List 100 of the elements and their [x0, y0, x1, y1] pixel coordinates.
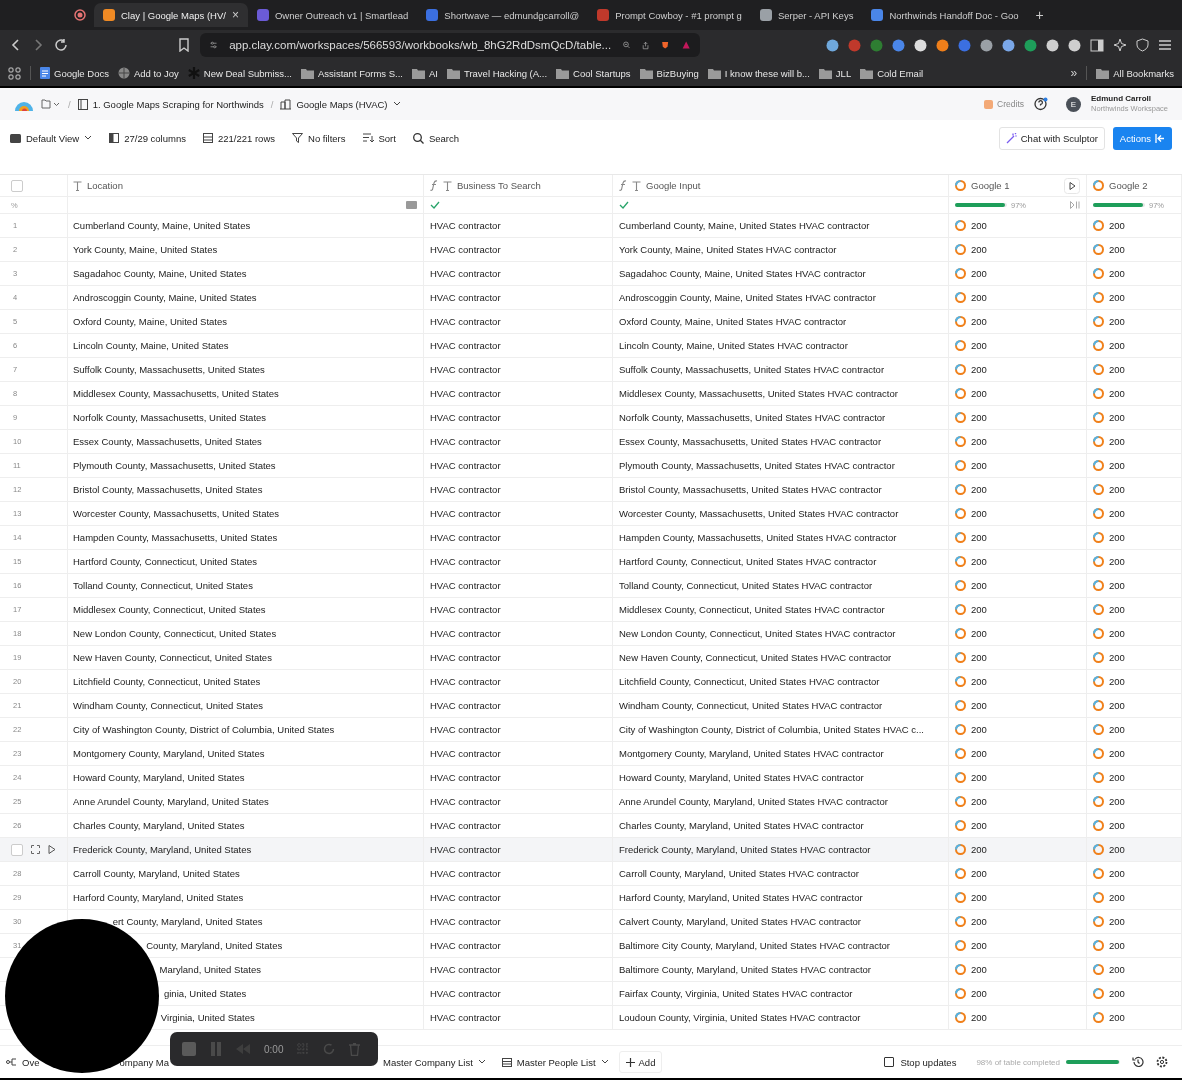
bookmark-item[interactable]: Travel Hacking (A... — [446, 67, 548, 79]
table-cell[interactable]: 200 — [1109, 868, 1125, 879]
credits-link[interactable]: Credits — [984, 99, 1024, 109]
toolbar-button[interactable]: No filters — [292, 132, 346, 144]
toolbar-button[interactable]: Sort — [362, 132, 396, 144]
table-cell[interactable]: 200 — [1109, 628, 1125, 639]
back-icon[interactable] — [10, 38, 22, 52]
toolbar-button[interactable]: Search — [412, 132, 460, 144]
table-cell[interactable]: 200 — [1109, 676, 1125, 687]
settings-icon[interactable] — [1156, 1056, 1168, 1068]
breadcrumb-link[interactable]: Google Maps (HVAC) — [280, 98, 401, 110]
run-column-button[interactable] — [1064, 177, 1080, 194]
table-cell[interactable]: 200 — [971, 244, 987, 255]
table-cell[interactable]: 200 — [1109, 604, 1125, 615]
table-cell[interactable]: 200 — [971, 940, 987, 951]
table-cell[interactable]: 200 — [971, 484, 987, 495]
table-cell[interactable]: 200 — [1109, 892, 1125, 903]
bookmark-item[interactable]: I know these will b... — [707, 67, 810, 79]
sidebar-icon[interactable] — [1090, 38, 1104, 52]
table-cell[interactable]: 200 — [971, 580, 987, 591]
table-cell[interactable]: 200 — [1109, 292, 1125, 303]
table-cell[interactable]: 200 — [971, 436, 987, 447]
extension-icon[interactable] — [980, 38, 993, 52]
toolbar-button[interactable]: 221/221 rows — [202, 132, 275, 144]
table-cell[interactable]: 200 — [1109, 244, 1125, 255]
chat-button[interactable]: Chat with Sculptor — [998, 126, 1105, 150]
table-cell[interactable]: 200 — [971, 724, 987, 735]
folder-outline-icon[interactable] — [41, 99, 61, 109]
bookmark-item[interactable]: New Deal Submiss... — [187, 67, 292, 79]
browser-tab[interactable]: Clay | Google Maps (HV/ × — [94, 3, 248, 27]
bookmark-item[interactable]: Assistant Forms S... — [301, 67, 403, 79]
expand-icon[interactable] — [31, 845, 40, 854]
table-cell[interactable]: 200 — [971, 412, 987, 423]
table-cell[interactable]: 200 — [1109, 436, 1125, 447]
all-bookmarks-item[interactable]: All Bookmarks — [1096, 67, 1174, 79]
table-cell[interactable]: 200 — [1109, 580, 1125, 591]
table-cell[interactable]: 200 — [1109, 844, 1125, 855]
table-cell[interactable]: 200 — [971, 1012, 987, 1023]
sheet-tab[interactable]: Ove — [6, 1056, 40, 1068]
bookmark-item[interactable]: Add to Joy — [117, 67, 179, 79]
table-cell[interactable]: 200 — [1109, 988, 1125, 999]
table-cell[interactable]: 200 — [971, 556, 987, 567]
add-sheet-button[interactable]: Add — [618, 1051, 663, 1073]
breadcrumb-link[interactable]: 1. Google Maps Scraping for Northwinds — [77, 98, 264, 110]
table-cell[interactable]: 200 — [1109, 724, 1125, 735]
table-cell[interactable]: 200 — [1109, 556, 1125, 567]
bookmark-icon[interactable] — [178, 38, 190, 52]
new-tab-button[interactable]: + — [1035, 7, 1044, 23]
bookmark-item[interactable]: AI — [412, 67, 438, 79]
browser-tab[interactable]: Shortwave — edmundgcarroll@ — [417, 3, 589, 27]
table-cell[interactable]: 200 — [1109, 748, 1125, 759]
table-cell[interactable]: 200 — [971, 988, 987, 999]
bookmark-item[interactable]: Cool Startups — [556, 67, 631, 79]
browser-tab[interactable]: Owner Outreach v1 | Smartlead — [247, 3, 418, 27]
table-cell[interactable]: 200 — [971, 340, 987, 351]
bookmark-item[interactable]: BizBuying — [639, 67, 699, 79]
play-icon[interactable] — [48, 845, 56, 854]
table-cell[interactable]: 200 — [971, 844, 987, 855]
tune-icon[interactable] — [210, 39, 218, 51]
table-cell[interactable]: 200 — [1109, 916, 1125, 927]
extension-icon[interactable] — [826, 38, 839, 52]
column-header[interactable]: Google 1 — [949, 175, 1087, 196]
table-cell[interactable]: 200 — [971, 532, 987, 543]
table-cell[interactable]: 200 — [971, 652, 987, 663]
sheet-tab[interactable]: ompany Ma — [119, 1056, 170, 1068]
extension-icon[interactable] — [1068, 38, 1081, 52]
extension-icon[interactable] — [914, 38, 927, 52]
table-cell[interactable]: 200 — [971, 820, 987, 831]
table-cell[interactable]: 200 — [971, 964, 987, 975]
reload-icon[interactable] — [54, 38, 68, 52]
menu-icon[interactable] — [1158, 39, 1172, 51]
table-cell[interactable]: 200 — [971, 748, 987, 759]
table-cell[interactable]: 200 — [1109, 964, 1125, 975]
table-cell[interactable]: 200 — [971, 916, 987, 927]
history-icon[interactable] — [1132, 1056, 1144, 1068]
apps-grid-icon[interactable] — [8, 66, 21, 80]
extension-icon[interactable] — [1046, 38, 1059, 52]
table-cell[interactable]: 200 — [1109, 316, 1125, 327]
table-cell[interactable]: 200 — [1109, 460, 1125, 471]
sheet-tab[interactable]: Master People List — [501, 1056, 609, 1068]
help-icon[interactable] — [1034, 97, 1048, 111]
table-cell[interactable]: 200 — [971, 628, 987, 639]
bookmark-item[interactable]: JLL — [818, 67, 852, 79]
table-cell[interactable]: 200 — [971, 892, 987, 903]
table-cell[interactable]: 200 — [971, 868, 987, 879]
table-cell[interactable]: 200 — [1109, 484, 1125, 495]
table-cell[interactable]: 200 — [971, 772, 987, 783]
sparkle-icon[interactable] — [1113, 38, 1127, 52]
browser-tab[interactable]: Northwinds Handoff Doc - Goo — [862, 3, 1028, 27]
table-cell[interactable]: 200 — [1109, 796, 1125, 807]
table-cell[interactable]: 200 — [971, 676, 987, 687]
table-cell[interactable]: 200 — [1109, 772, 1125, 783]
more-bookmarks-button[interactable]: » — [1070, 66, 1078, 80]
stop-updates-checkbox[interactable]: Stop updates — [884, 1056, 957, 1068]
bookmark-item[interactable]: Google Docs — [40, 67, 109, 79]
table-cell[interactable]: 200 — [971, 388, 987, 399]
table-cell[interactable]: 200 — [1109, 532, 1125, 543]
restart-icon[interactable] — [323, 1043, 336, 1055]
table-cell[interactable]: 200 — [1109, 364, 1125, 375]
bookmark-item[interactable]: Cold Email — [860, 67, 924, 79]
